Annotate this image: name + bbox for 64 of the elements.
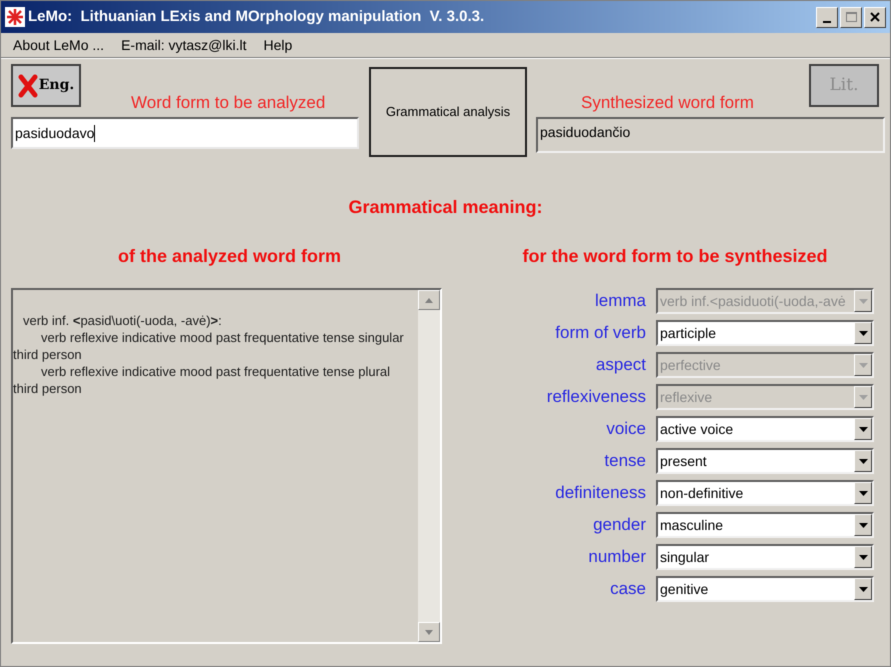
dropdown-arrow-button[interactable]: [854, 322, 872, 344]
dropdown-arrow-button[interactable]: [854, 418, 872, 440]
caret-icon: [858, 394, 868, 400]
caret-icon: [858, 490, 868, 496]
word-input-field[interactable]: pasiduodavo: [11, 117, 359, 149]
caret-icon: [858, 298, 868, 304]
menu-item[interactable]: About LeMo ...: [13, 34, 104, 56]
dropdown[interactable]: genitive: [656, 576, 874, 602]
caret-icon: [858, 522, 868, 528]
field-label: Word form to be analyzed: [131, 92, 326, 114]
caret-icon: [858, 586, 868, 592]
field-label: definiteness: [554, 482, 647, 504]
field-label: Synthesized word form: [581, 92, 754, 114]
caret-icon: [858, 362, 868, 368]
field-label: gender: [592, 514, 647, 536]
field-label: number: [587, 546, 647, 568]
field-label: case: [609, 578, 647, 600]
field-label: aspect: [594, 354, 647, 376]
input-text: pasiduodavo: [15, 124, 94, 143]
language-button[interactable]: Eng.: [11, 64, 81, 107]
result-line: verb reflexive indicative mood past frequentative tense plural third person: [13, 363, 392, 397]
down-arrow-icon: [425, 630, 433, 634]
dropdown-arrow-button[interactable]: [854, 450, 872, 472]
field-label: voice: [605, 418, 647, 440]
close-button[interactable]: [864, 6, 886, 28]
dropdown[interactable]: present: [656, 448, 874, 474]
dropdown[interactable]: non-definitive: [656, 480, 874, 506]
dropdown-arrow-button[interactable]: [854, 578, 872, 600]
dropdown-arrow-button[interactable]: [854, 514, 872, 536]
dropdown-arrow-button[interactable]: [854, 482, 872, 504]
dropdown[interactable]: participle: [656, 320, 874, 346]
field-label: reflexiveness: [546, 386, 647, 408]
caret-icon: [858, 330, 868, 336]
app-logo-icon: [5, 7, 25, 27]
text-cursor: [94, 124, 96, 142]
output-text: pasiduodančio: [540, 124, 630, 140]
minimize-button[interactable]: [816, 6, 838, 28]
scroll-up-button[interactable]: [418, 290, 440, 310]
section-heading: Grammatical meaning:: [348, 196, 543, 219]
caret-icon: [858, 458, 868, 464]
column-heading: of the analyzed word form: [118, 245, 342, 268]
up-arrow-icon: [425, 298, 433, 302]
analysis-button[interactable]: Grammatical analysis: [369, 67, 527, 157]
dropdown[interactable]: singular: [656, 544, 874, 570]
caret-icon: [858, 554, 868, 560]
close-icon: [870, 12, 880, 22]
scrollbar[interactable]: [418, 290, 440, 642]
result-line: verb inf. <pasid\uoti(-uoda, -avė)>:: [22, 312, 223, 329]
maximize-button[interactable]: [840, 6, 862, 28]
field-label: tense: [603, 450, 647, 472]
dropdown[interactable]: masculine: [656, 512, 874, 538]
scroll-down-button[interactable]: [418, 622, 440, 642]
maximize-icon: [846, 12, 856, 22]
field-label: form of verb: [554, 322, 647, 344]
field-label: lemma: [594, 290, 647, 312]
column-heading: for the word form to be synthesized: [522, 245, 828, 268]
caret-icon: [858, 426, 868, 432]
menu-item[interactable]: E-mail: vytasz@lki.lt: [121, 34, 247, 56]
dropdown[interactable]: active voice: [656, 416, 874, 442]
cross-icon: [18, 74, 38, 98]
minimize-icon: [823, 20, 831, 22]
dropdown-arrow-button[interactable]: [854, 546, 872, 568]
window-title: LeMo: Lithuanian LExis and MOrphology manipulation V. 3.0.3.: [28, 6, 484, 27]
menu-item[interactable]: Help: [264, 34, 292, 56]
